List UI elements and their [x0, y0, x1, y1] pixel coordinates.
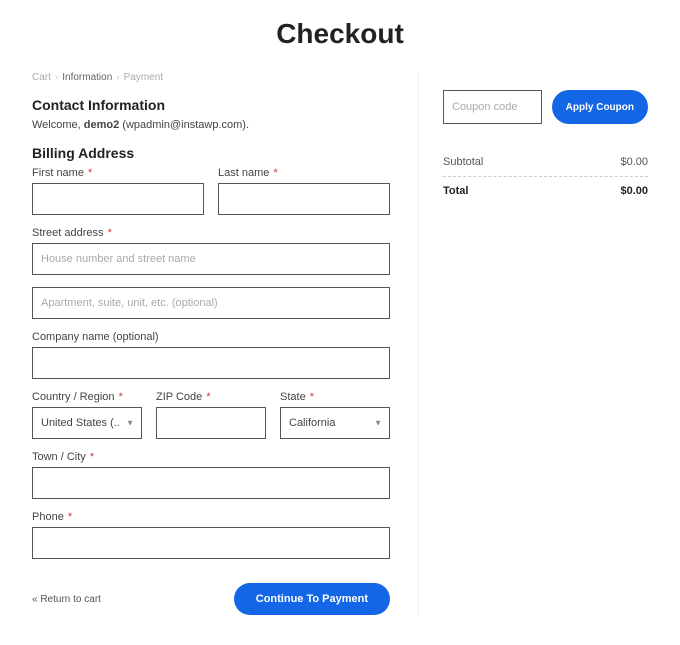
subtotal-value: $0.00 [620, 156, 648, 168]
total-value: $0.00 [620, 185, 648, 197]
street2-field[interactable] [32, 287, 390, 319]
contact-heading: Contact Information [32, 97, 390, 113]
welcome-name: demo2 [84, 119, 119, 131]
crumb-payment[interactable]: Payment [124, 72, 163, 83]
state-select[interactable]: California [280, 407, 390, 439]
subtotal-row: Subtotal $0.00 [443, 148, 648, 177]
apply-coupon-button[interactable]: Apply Coupon [552, 90, 648, 124]
phone-field[interactable] [32, 527, 390, 559]
city-field[interactable] [32, 467, 390, 499]
return-to-cart-link[interactable]: « Return to cart [32, 594, 101, 605]
city-label: Town / City * [32, 451, 390, 463]
first-name-field[interactable] [32, 183, 204, 215]
total-row: Total $0.00 [443, 177, 648, 205]
checkout-form: Cart›Information›Payment Contact Informa… [32, 72, 390, 615]
welcome-prefix: Welcome, [32, 119, 84, 131]
street1-field[interactable] [32, 243, 390, 275]
total-label: Total [443, 185, 468, 197]
welcome-suffix: (wpadmin@instawp.com). [119, 119, 249, 131]
order-sidebar: Apply Coupon Subtotal $0.00 Total $0.00 [418, 72, 648, 615]
zip-field[interactable] [156, 407, 266, 439]
page-title: Checkout [32, 18, 648, 50]
breadcrumb: Cart›Information›Payment [32, 72, 390, 83]
country-label: Country / Region * [32, 391, 142, 403]
subtotal-label: Subtotal [443, 156, 483, 168]
coupon-input[interactable] [443, 90, 542, 124]
phone-label: Phone * [32, 511, 390, 523]
last-name-label: Last name * [218, 167, 390, 179]
country-select[interactable]: United States (... [32, 407, 142, 439]
first-name-label: First name * [32, 167, 204, 179]
street-label: Street address * [32, 227, 390, 239]
company-field[interactable] [32, 347, 390, 379]
zip-label: ZIP Code * [156, 391, 266, 403]
company-label: Company name (optional) [32, 331, 390, 343]
welcome-text: Welcome, demo2 (wpadmin@instawp.com). [32, 119, 390, 131]
continue-button[interactable]: Continue To Payment [234, 583, 390, 615]
billing-heading: Billing Address [32, 145, 390, 161]
last-name-field[interactable] [218, 183, 390, 215]
crumb-info[interactable]: Information [62, 72, 112, 83]
state-label: State * [280, 391, 390, 403]
crumb-cart[interactable]: Cart [32, 72, 51, 83]
